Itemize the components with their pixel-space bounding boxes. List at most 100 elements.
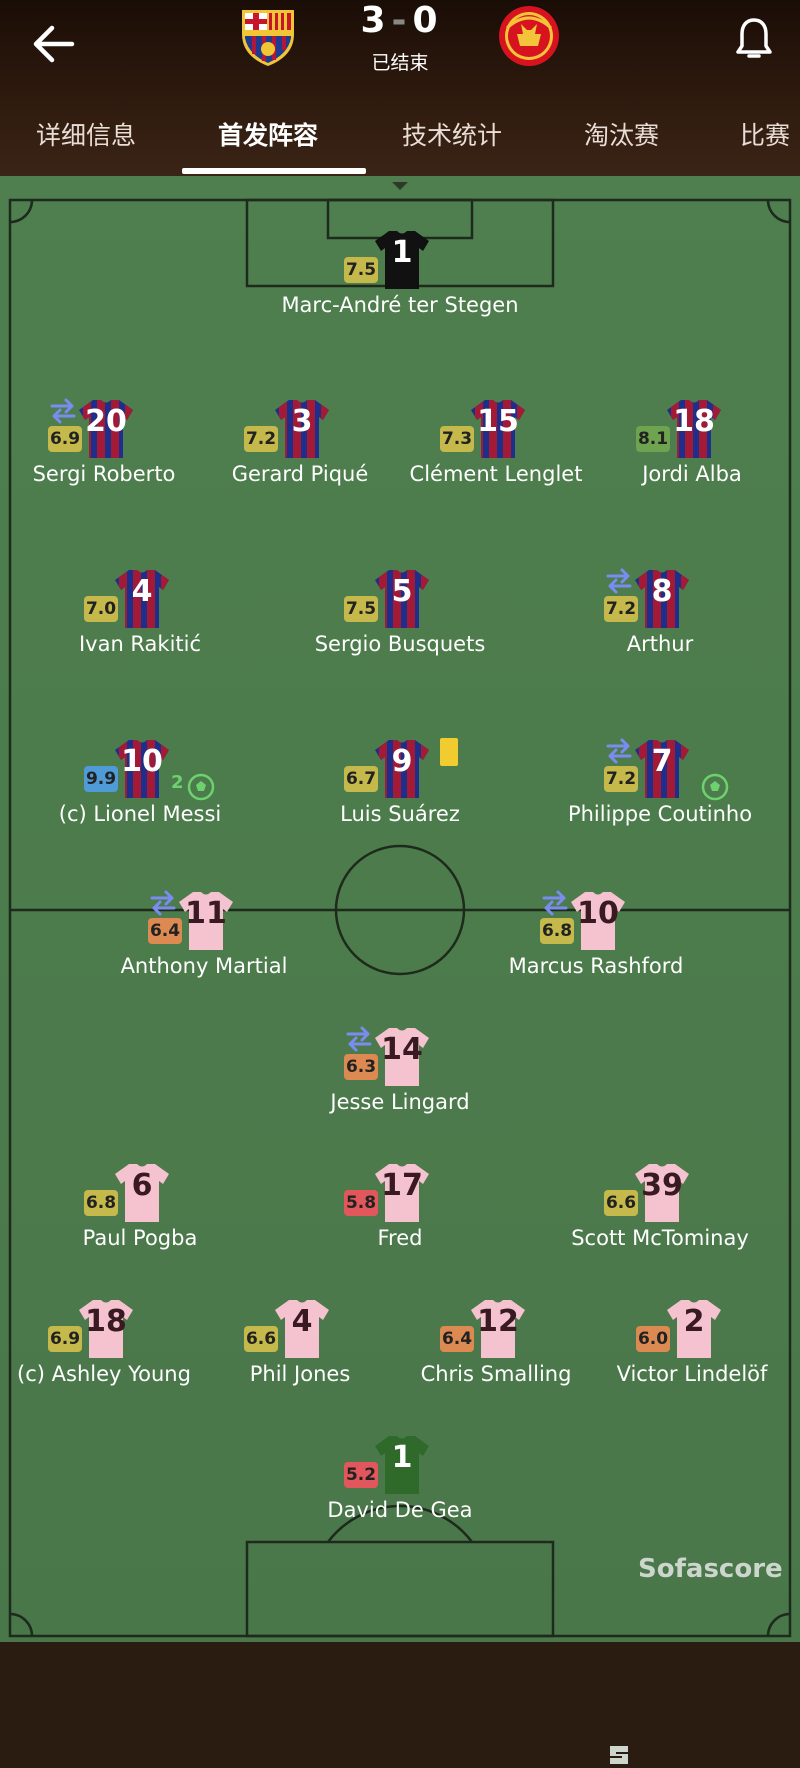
player-rating: 7.3 <box>440 426 474 452</box>
shirt-number: 39 <box>641 1168 683 1203</box>
shirt-number: 4 <box>291 1304 313 1339</box>
substitution-icon <box>50 398 76 424</box>
player-name: Marcus Rashford <box>508 954 684 978</box>
goal-count: 2 <box>171 772 184 793</box>
shirt-number: 9 <box>391 744 413 779</box>
away-player[interactable]: 10 6.8 Marcus Rashford <box>496 890 696 990</box>
player-name: Marc-André ter Stegen <box>281 293 519 317</box>
player-rating: 5.2 <box>344 1462 378 1488</box>
home-player[interactable]: 8 7.2 Arthur <box>560 568 760 668</box>
manchester-united-crest-icon[interactable] <box>497 4 561 68</box>
away-player[interactable]: 12 6.4 Chris Smalling <box>396 1298 596 1398</box>
player-rating: 7.5 <box>344 257 378 283</box>
away-player[interactable]: 1 5.2 David De Gea <box>300 1434 500 1534</box>
player-rating: 6.6 <box>604 1190 638 1216</box>
home-player[interactable]: 5 7.5 Sergio Busquets <box>300 568 500 668</box>
away-player[interactable]: 11 6.4 Anthony Martial <box>104 890 304 990</box>
tab-bar: 详细信息 首发阵容 技术统计 淘汰赛 比赛 <box>0 108 800 168</box>
notification-bell-icon[interactable] <box>732 14 776 64</box>
player-name: (c) Lionel Messi <box>58 802 222 826</box>
player-rating: 6.8 <box>84 1190 118 1216</box>
substitution-icon <box>346 1026 372 1052</box>
shirt-number: 20 <box>85 404 127 439</box>
player-rating: 7.0 <box>84 596 118 622</box>
away-player[interactable]: 17 5.8 Fred <box>300 1162 500 1262</box>
shirt-number: 14 <box>381 1032 423 1067</box>
player-rating: 5.8 <box>344 1190 378 1216</box>
match-status: 已结束 <box>371 52 429 74</box>
player-rating: 7.5 <box>344 596 378 622</box>
shirt-number: 10 <box>121 744 163 779</box>
home-player[interactable]: 3 7.2 Gerard Piqué <box>200 398 400 498</box>
player-name: Philippe Coutinho <box>567 802 753 826</box>
score-separator: - <box>391 0 409 41</box>
tab-details[interactable]: 详细信息 <box>36 116 136 152</box>
goal-ball-icon <box>701 773 729 801</box>
goal-ball-icon <box>187 773 215 801</box>
away-player[interactable]: 14 6.3 Jesse Lingard <box>300 1026 500 1126</box>
tab-statistics[interactable]: 技术统计 <box>402 116 502 152</box>
tab-knockout[interactable]: 淘汰赛 <box>584 116 659 152</box>
away-player[interactable]: 39 6.6 Scott McTominay <box>560 1162 760 1262</box>
player-name: Ivan Rakitić <box>78 632 202 656</box>
shirt-number: 6 <box>131 1168 153 1203</box>
shirt-number: 1 <box>391 1440 413 1475</box>
player-rating: 6.6 <box>244 1326 278 1352</box>
shirt-number: 12 <box>477 1304 519 1339</box>
away-player[interactable]: 18 6.9 (c) Ashley Young <box>4 1298 204 1398</box>
home-player[interactable]: 15 7.3 Clément Lenglet <box>396 398 596 498</box>
yellow-card-icon <box>440 738 458 766</box>
match-header: 3-0 已结束 详细信息 首发阵容 技术统计 淘汰赛 比赛 <box>0 0 800 176</box>
shirt-number: 7 <box>651 744 673 779</box>
tab-lineups[interactable]: 首发阵容 <box>218 116 318 152</box>
away-player[interactable]: 4 6.6 Phil Jones <box>200 1298 400 1398</box>
shirt-number: 18 <box>673 404 715 439</box>
shirt-number: 1 <box>391 235 413 270</box>
player-name: Luis Suárez <box>340 802 460 826</box>
tab-matches[interactable]: 比赛 <box>740 116 790 152</box>
away-player[interactable]: 6 6.8 Paul Pogba <box>40 1162 240 1262</box>
player-name: Anthony Martial <box>120 954 288 978</box>
player-rating: 6.7 <box>344 766 378 792</box>
barcelona-crest-icon[interactable] <box>236 4 300 68</box>
player-rating: 6.3 <box>344 1054 378 1080</box>
home-player[interactable]: 1 7.5 Marc-André ter Stegen <box>281 229 519 329</box>
home-player[interactable]: 20 6.9 Sergi Roberto <box>4 398 204 498</box>
player-name: Fred <box>377 1226 423 1250</box>
player-rating: 7.2 <box>604 766 638 792</box>
shirt-number: 15 <box>477 404 519 439</box>
player-rating: 6.4 <box>440 1326 474 1352</box>
home-player[interactable]: 7 7.2 Philippe Coutinho <box>560 738 760 838</box>
player-rating: 8.1 <box>636 426 670 452</box>
player-rating: 7.2 <box>604 596 638 622</box>
shirt-number: 18 <box>85 1304 127 1339</box>
shirt-number: 8 <box>651 574 673 609</box>
shirt-number: 2 <box>683 1304 705 1339</box>
away-player[interactable]: 2 6.0 Victor Lindelöf <box>592 1298 792 1398</box>
home-player[interactable]: 10 9.9 2 (c) Lionel Messi <box>40 738 240 838</box>
player-rating: 6.4 <box>148 918 182 944</box>
sofascore-brand: Sofascore <box>638 1554 783 1584</box>
shirt-number: 11 <box>185 896 227 931</box>
shirt-number: 4 <box>131 574 153 609</box>
shirt-number: 10 <box>577 896 619 931</box>
substitution-icon <box>542 890 568 916</box>
player-name: Victor Lindelöf <box>616 1362 768 1386</box>
player-name: Sergio Busquets <box>314 632 486 656</box>
player-name: Arthur <box>626 632 694 656</box>
substitution-icon <box>606 568 632 594</box>
shirt-number: 3 <box>291 404 313 439</box>
home-player[interactable]: 18 8.1 Jordi Alba <box>592 398 792 498</box>
player-rating: 6.9 <box>48 1326 82 1352</box>
player-rating: 6.9 <box>48 426 82 452</box>
sofascore-logo-icon <box>610 1746 628 1764</box>
substitution-icon <box>150 890 176 916</box>
shirt-number: 5 <box>391 574 413 609</box>
home-player[interactable]: 9 6.7 Luis Suárez <box>300 738 500 838</box>
back-arrow-icon[interactable] <box>28 16 84 72</box>
home-player[interactable]: 4 7.0 Ivan Rakitić <box>40 568 240 668</box>
player-name: Paul Pogba <box>82 1226 198 1250</box>
substitution-icon <box>606 738 632 764</box>
player-rating: 6.8 <box>540 918 574 944</box>
shirt-number: 17 <box>381 1168 423 1203</box>
